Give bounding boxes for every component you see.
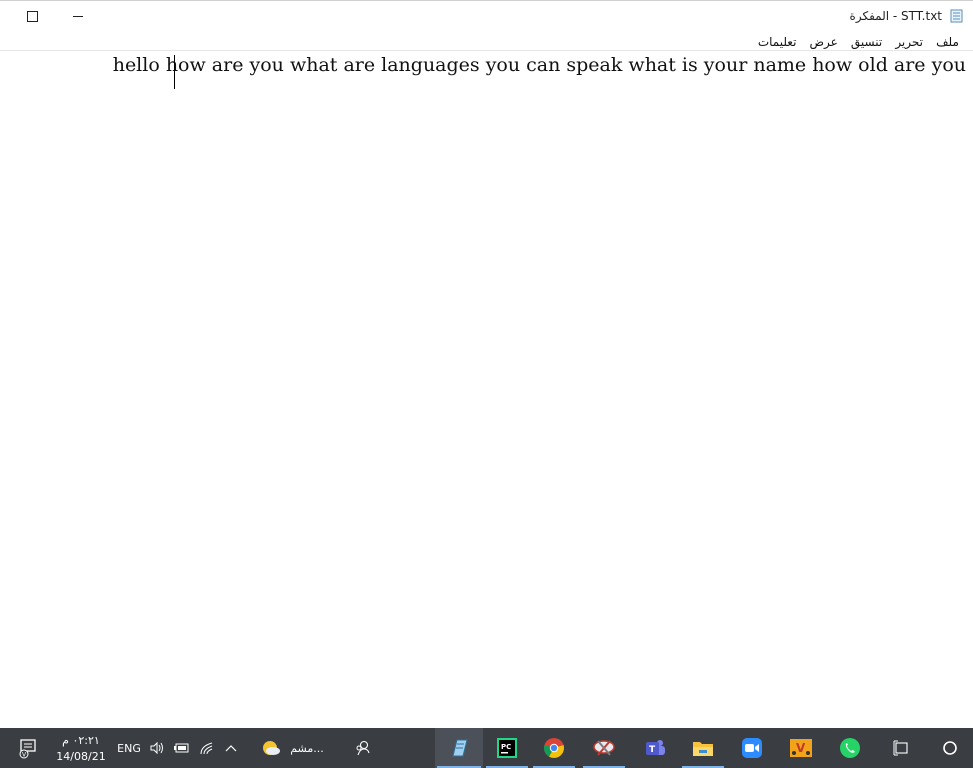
speaker-icon: [150, 741, 163, 755]
app-v-icon: V: [790, 739, 812, 757]
action-center-button[interactable]: V: [8, 728, 48, 768]
language-indicator[interactable]: ENG: [114, 728, 144, 768]
cortana-circle-icon: [943, 741, 957, 755]
weather-sun-icon: [263, 741, 281, 755]
people-button[interactable]: [348, 728, 378, 768]
notepad-icon: [950, 9, 963, 23]
maximize-button[interactable]: [9, 1, 55, 31]
weather-widget[interactable]: مشم...: [252, 728, 332, 768]
task-view-icon: [893, 740, 908, 756]
title-bar[interactable]: STT.txt - المفكرة: [0, 1, 973, 31]
minimize-button[interactable]: [55, 1, 101, 31]
menu-view[interactable]: عرض: [806, 32, 842, 52]
notification-icon: V: [19, 739, 36, 759]
taskbar-app-file-explorer[interactable]: [680, 728, 726, 768]
text-caret: [174, 55, 175, 89]
clock[interactable]: ٠٢:٢١ م 14/08/21: [50, 728, 112, 768]
taskbar-app-notepad[interactable]: [435, 728, 483, 768]
taskbar-app-whatsapp[interactable]: [827, 728, 873, 768]
taskbar-app-teams[interactable]: T: [632, 728, 678, 768]
menu-format[interactable]: تنسيق: [847, 32, 886, 52]
language-label: ENG: [117, 741, 141, 755]
scissors-icon: [593, 740, 615, 756]
clock-time: ٠٢:٢١ م: [62, 733, 100, 747]
chevron-up-icon: [225, 745, 237, 752]
minimize-icon: [73, 15, 83, 17]
wifi-icon: [200, 742, 213, 755]
weather-label: مشم...: [290, 741, 324, 755]
editor-text[interactable]: hello how are you what are languages you…: [113, 54, 966, 76]
teams-icon: T: [646, 740, 665, 755]
show-hidden-icons-button[interactable]: [220, 728, 242, 768]
clock-date: 14/08/21: [56, 749, 106, 763]
network-button[interactable]: [196, 728, 218, 768]
pycharm-icon: PC: [497, 738, 517, 758]
taskbar-app-snipping-tool[interactable]: [581, 728, 627, 768]
taskbar: V ٠٢:٢١ م 14/08/21 ENG مشم... PC T V: [0, 728, 973, 768]
taskbar-app-pycharm[interactable]: PC: [484, 728, 530, 768]
search-button[interactable]: [930, 728, 970, 768]
zoom-icon: [742, 738, 762, 758]
window-title: STT.txt - المفكرة: [849, 9, 942, 23]
folder-icon: [693, 742, 713, 756]
svg-text:V: V: [796, 741, 806, 755]
taskbar-app-vlc[interactable]: V: [778, 728, 824, 768]
taskbar-app-chrome[interactable]: [531, 728, 577, 768]
text-editor[interactable]: hello how are you what are languages you…: [0, 52, 973, 729]
battery-icon: [174, 743, 189, 753]
menu-file[interactable]: ملف: [932, 32, 963, 52]
chrome-icon: [544, 738, 564, 758]
svg-text:T: T: [649, 745, 656, 755]
battery-button[interactable]: [171, 728, 193, 768]
people-icon: [356, 740, 370, 756]
maximize-icon: [26, 10, 38, 22]
volume-button[interactable]: [146, 728, 168, 768]
menu-help[interactable]: تعليمات: [754, 32, 801, 52]
notepad-app-icon: [452, 739, 468, 757]
whatsapp-icon: [840, 738, 860, 758]
taskbar-app-zoom[interactable]: [729, 728, 775, 768]
task-view-button[interactable]: [881, 728, 921, 768]
menu-bar: ملف تحرير تنسيق عرض تعليمات: [0, 31, 973, 51]
notepad-window: STT.txt - المفكرة ملف تحرير تنسيق عرض تع…: [0, 0, 973, 728]
menu-edit[interactable]: تحرير: [891, 32, 927, 52]
svg-text:PC: PC: [501, 743, 511, 751]
